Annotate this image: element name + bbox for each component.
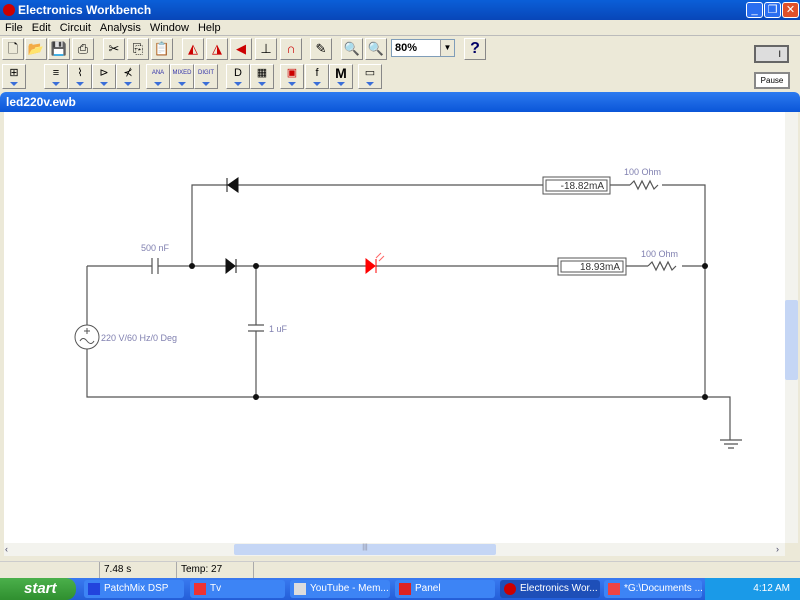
circuit-schematic: -18.82mA 18.93mA 500 nF 1 uF 220 V/60 Hz… — [74, 167, 742, 449]
capacitor-1uf-label: 1 uF — [269, 324, 288, 334]
led[interactable] — [365, 252, 385, 275]
diode-top[interactable] — [226, 177, 239, 193]
ground-icon — [720, 439, 742, 449]
source-label: 220 V/60 Hz/0 Deg — [101, 333, 177, 343]
task-patchmix[interactable]: PatchMix DSP — [84, 580, 184, 598]
resistor-1-label: 100 Ohm — [624, 167, 661, 177]
system-tray: 4:12 AM — [705, 578, 800, 600]
ammeter-1-reading: -18.82mA — [561, 181, 605, 192]
wire-main — [86, 265, 731, 440]
clock: 4:12 AM — [753, 583, 790, 594]
taskbar: start PatchMix DSP Tv YouTube - Mem... P… — [0, 578, 800, 600]
wire-top — [191, 184, 706, 397]
resistor-1[interactable] — [629, 179, 659, 191]
capacitor-500nf[interactable] — [151, 258, 159, 274]
resistor-2[interactable] — [647, 260, 677, 272]
ammeter-2-reading: 18.93mA — [580, 262, 620, 273]
task-youtube[interactable]: YouTube - Mem... — [290, 580, 390, 598]
scroll-right-icon[interactable]: › — [776, 544, 779, 554]
horizontal-scroll-thumb[interactable]: ||| — [234, 544, 496, 555]
resistor-2-label: 100 Ohm — [641, 249, 678, 259]
status-pane — [0, 562, 100, 579]
diode-main[interactable] — [225, 257, 237, 275]
scroll-left-icon[interactable]: ‹ — [5, 544, 8, 554]
vertical-scroll-thumb[interactable] — [785, 300, 798, 380]
start-button[interactable]: start — [0, 578, 76, 600]
task-electronics-workbench[interactable]: Electronics Wor... — [500, 580, 600, 598]
simulation-time: 7.48 s — [100, 562, 177, 579]
capacitor-500nf-label: 500 nF — [141, 243, 170, 253]
task-tv[interactable]: Tv — [190, 580, 285, 598]
task-documents[interactable]: *G:\Documents ... — [604, 580, 702, 598]
temperature: Temp: 27 — [177, 562, 254, 579]
task-panel[interactable]: Panel — [395, 580, 495, 598]
status-bar: 7.48 s Temp: 27 — [0, 561, 800, 579]
capacitor-1uf[interactable] — [248, 324, 264, 332]
